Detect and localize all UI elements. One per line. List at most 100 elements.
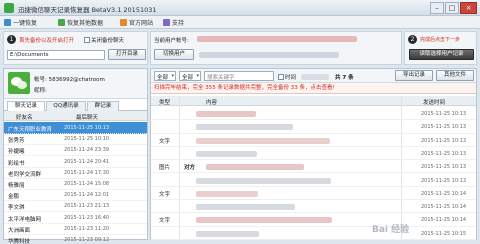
data-icon [58,19,65,26]
step1-number: 1 [7,35,16,44]
message-content-blurred [196,190,258,197]
contact-name: 彩绘书 [8,160,25,167]
header-time: 发送时间 [423,100,446,106]
contact-last-time: 2015-11-24 17:30 [64,169,110,176]
wechat-avatar-icon [8,72,30,94]
path-input[interactable]: E:\Documents [7,50,105,60]
contacts-header-time: 最后聊天 [76,115,99,121]
menu-support-label: 支持 [172,20,185,27]
contact-row[interactable]: 广东天翔职业教育 2015-11-25 10:13 [4,122,147,134]
contact-last-time: 2015-11-23 16:40 [64,214,110,221]
close-button[interactable]: × [460,2,477,14]
type-select[interactable]: 全部 ▾ [154,71,176,81]
other-files-label: 其他文件 [443,72,466,78]
contact-name: 华腾科技 [8,239,31,244]
open-folder-button[interactable]: 打开目录 [108,49,146,60]
profile-account: 帐号: 5836992@chatroom [34,77,105,83]
message-time: 2015-11-25 10:13 [421,164,467,171]
menu-support[interactable]: 支持 [163,18,184,27]
contact-name: 广东天翔职业教育 [8,127,53,133]
message-content-blurred [196,230,259,237]
contact-row[interactable]: 彩绘书 2015-11-24 20:41 [4,156,147,168]
date-checkbox-label: 时间 [285,75,297,81]
message-row[interactable]: 2015-11-25 10:13 [151,120,476,134]
message-content-blurred [196,137,330,144]
checkbox-box [84,37,90,43]
contact-row[interactable]: 老同学交流群 2015-11-24 17:30 [4,167,147,179]
messages-pane: 全部 ▾ 全部 ▾ 搜索关键字 时间 共 7 条 导出记录 其他文件 扫描完毕结束，… [150,68,477,240]
contact-last-time: 2015-11-23 21:13 [64,203,110,210]
menu-restore[interactable]: 一键恢复 [4,18,37,27]
contact-row[interactable]: 杨雅丽 2015-11-24 15:08 [4,178,147,190]
message-row[interactable]: 文字 2015-11-25 10:14 [151,213,476,227]
window-title: 迅捷微信聊天记录恢复器 BetaV3.1 20151031 [18,6,157,14]
step2-number: 2 [408,35,417,44]
switch-user-label: 切换用户 [162,51,185,57]
message-time: 2015-11-25 10:15 [421,230,467,237]
app-logo-icon [4,3,14,13]
sender-select[interactable]: 全部 ▾ [179,71,201,81]
contacts-header-name: 好友名 [16,115,33,121]
message-time: 2015-11-25 10:14 [421,217,467,224]
chevron-down-icon: ▾ [196,73,199,79]
contact-name: 金鹏 [8,194,20,201]
message-type: 文字 [159,191,171,198]
contact-last-time: 2015-11-23 11:20 [64,225,110,232]
close-backup-checkbox[interactable]: 关闭备份聊天 [84,36,124,44]
message-time: 2015-11-25 10:14 [421,204,467,211]
other-files-button[interactable]: 其他文件 [436,70,474,81]
message-row[interactable]: 2015-11-25 10:14 [151,200,476,214]
message-row[interactable]: 文字 2015-11-25 10:13 [151,134,476,147]
profile: 帐号: 5836992@chatroom 昵称: [4,69,147,99]
message-content-blurred [196,204,295,211]
home-icon [120,19,127,26]
message-row[interactable]: 图片 对方 2015-11-25 10:13 [151,160,476,174]
switch-user-button[interactable]: 切换用户 [154,49,194,60]
minimize-button[interactable]: – [430,2,444,14]
contact-row[interactable]: 李文琪 2015-11-23 21:13 [4,200,147,213]
message-time: 2015-11-25 10:14 [421,190,467,197]
read-records-button[interactable]: 读取选择用户记录 [409,49,474,60]
menu-bar: 一键恢复 恢复其他数据 官方网站 支持 [0,16,480,29]
contact-last-time: 2015-11-23 09:12 [64,237,110,243]
contact-row[interactable]: 张秀芳 2015-11-25 10:10 [4,133,147,146]
contact-row[interactable]: 太平洋电脑网 2015-11-23 16:40 [4,212,147,224]
contact-row[interactable]: 孙婕曦 2015-11-24 23:39 [4,144,147,157]
message-row[interactable]: 2015-11-25 10:13 [151,147,476,161]
message-content-blurred [196,177,331,184]
date-field[interactable] [301,74,329,80]
message-row[interactable]: 2015-11-25 10:15 [151,227,476,240]
message-row[interactable]: 2015-11-25 10:13 [151,174,476,187]
message-content-blurred [196,150,257,157]
type-select-value: 全部 [157,75,169,81]
contact-name: 大洲画面 [8,227,31,234]
contact-last-time: 2015-11-25 10:10 [64,136,110,143]
step1-text: 首先备份以及开启打开 [19,38,75,44]
maximize-button[interactable]: □ [445,2,459,14]
message-row[interactable]: 2015-11-25 10:13 [151,107,476,121]
contact-row[interactable]: 大洲画面 2015-11-23 11:20 [4,223,147,235]
tab-chat-records[interactable]: 聊天记录 [7,101,45,111]
tab-qq-contacts[interactable]: QQ通讯录 [46,101,86,111]
contact-row[interactable]: 华腾科技 2015-11-23 09:12 [4,234,147,244]
menu-other-data[interactable]: 恢复其他数据 [58,18,103,27]
message-type: 文字 [159,218,171,225]
header-type: 类型 [159,100,171,106]
tab-bar: 聊天记录 QQ通讯录 群记录 [4,100,147,111]
tab-group-records[interactable]: 群记录 [87,101,119,111]
contact-row[interactable]: 金鹏 2015-11-24 12:01 [4,189,147,202]
contact-last-time: 2015-11-24 12:01 [64,192,110,199]
message-content-blurred [196,217,332,224]
filter-bar: 全部 ▾ 全部 ▾ 搜索关键字 时间 共 7 条 导出记录 其他文件 [151,69,476,83]
message-time: 2015-11-25 10:13 [421,150,467,157]
search-input[interactable]: 搜索关键字 [204,71,274,81]
date-checkbox[interactable]: 时间 [278,73,296,81]
message-row[interactable]: 文字 2015-11-25 10:14 [151,187,476,201]
open-folder-label: 打开目录 [115,51,138,57]
export-records-button[interactable]: 导出记录 [395,70,433,81]
export-records-label: 导出记录 [402,72,425,78]
scan-notice[interactable]: 扫描完毕结束，完全 355 条记录数据共完整，完全备份 33 条，点击查看! [151,83,476,94]
restore-icon [4,19,11,26]
contact-name: 张秀芳 [8,138,25,145]
menu-website[interactable]: 官方网站 [120,18,153,27]
